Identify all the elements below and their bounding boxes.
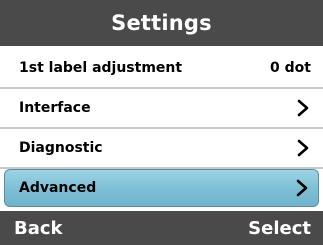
menu-divider: [0, 127, 323, 129]
title-bar: Settings: [0, 0, 323, 46]
printer-settings-screen: Settings 1st label adjustment 0 dot Inte…: [0, 0, 323, 245]
menu-item-label: Interface: [19, 100, 91, 116]
select-softkey[interactable]: Select: [248, 218, 311, 239]
chevron-right-icon: [297, 139, 309, 157]
menu-divider: [0, 87, 323, 89]
menu-item-diagnostic[interactable]: Diagnostic: [0, 129, 323, 167]
menu-item-label: Advanced: [19, 180, 97, 196]
menu-item-label: 1st label adjustment: [19, 60, 183, 76]
page-title: Settings: [111, 11, 212, 35]
chevron-right-icon: [296, 179, 308, 197]
menu-divider: [0, 167, 323, 169]
chevron-right-icon: [297, 99, 309, 117]
settings-menu: 1st label adjustment 0 dot Interface Dia…: [0, 49, 323, 209]
menu-item-label-adjustment[interactable]: 1st label adjustment 0 dot: [0, 49, 323, 87]
menu-item-interface[interactable]: Interface: [0, 89, 323, 127]
back-softkey[interactable]: Back: [14, 218, 63, 239]
softkey-bar: Back Select: [0, 211, 323, 245]
menu-item-advanced[interactable]: Advanced: [4, 169, 319, 207]
menu-item-label: Diagnostic: [19, 140, 103, 156]
menu-item-value: 0 dot: [270, 60, 311, 76]
